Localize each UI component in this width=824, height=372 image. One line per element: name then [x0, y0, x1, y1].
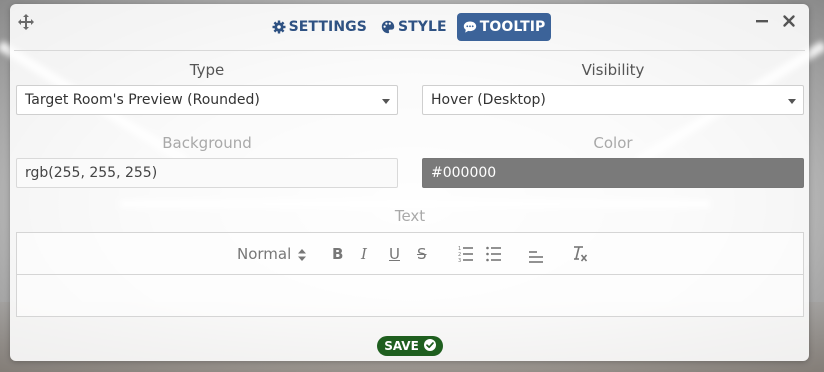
color-input[interactable]: #000000 — [422, 158, 804, 188]
save-button[interactable]: SAVE — [377, 336, 443, 356]
minimize-icon[interactable] — [754, 13, 770, 29]
check-circle-icon — [423, 338, 436, 354]
visibility-label: Visibility — [581, 61, 645, 79]
comment-icon — [463, 20, 477, 34]
editor-toolbar: Normal B I U S 123 — [17, 233, 803, 275]
tab-style-label: STYLE — [397, 19, 447, 35]
chevron-down-icon — [788, 99, 796, 104]
type-label: Type — [189, 61, 225, 79]
background-input[interactable]: rgb(255, 255, 255) — [16, 158, 398, 188]
text-label: Text — [394, 207, 426, 225]
ordered-list-icon[interactable]: 123 — [458, 244, 474, 264]
color-label: Color — [593, 134, 633, 152]
svg-text:3: 3 — [458, 258, 461, 264]
save-button-label: SAVE — [384, 339, 419, 353]
tab-style[interactable]: STYLE — [377, 13, 451, 41]
bold-icon[interactable]: B — [332, 244, 343, 264]
format-select[interactable]: Normal — [237, 244, 307, 264]
clear-format-icon[interactable] — [572, 244, 588, 264]
strike-icon[interactable]: S — [417, 244, 427, 264]
underline-icon[interactable]: U — [389, 244, 400, 264]
visibility-select[interactable]: Hover (Desktop) — [422, 85, 804, 115]
tooltip-dialog: SETTINGS STYLE TOOLTIP Type Visibility T… — [10, 4, 809, 361]
tab-settings[interactable]: SETTINGS — [268, 13, 371, 41]
type-select-value: Target Room's Preview (Rounded) — [25, 92, 260, 108]
type-select[interactable]: Target Room's Preview (Rounded) — [16, 85, 398, 115]
close-icon[interactable] — [781, 13, 797, 29]
updown-icon — [298, 248, 307, 261]
gear-icon — [272, 20, 286, 34]
background-label: Background — [162, 134, 252, 152]
header-divider — [14, 50, 805, 51]
text-editor: Normal B I U S 123 — [16, 232, 804, 317]
palette-icon — [381, 20, 395, 34]
align-icon[interactable] — [528, 244, 544, 264]
visibility-select-value: Hover (Desktop) — [431, 92, 546, 108]
editor-content[interactable] — [17, 275, 803, 316]
format-select-value: Normal — [237, 245, 292, 263]
bullet-list-icon[interactable] — [486, 244, 502, 264]
tab-tooltip-label: TOOLTIP — [479, 19, 546, 35]
tab-bar: SETTINGS STYLE TOOLTIP — [10, 13, 809, 41]
tab-tooltip[interactable]: TOOLTIP — [456, 13, 552, 41]
chevron-down-icon — [382, 99, 390, 104]
tab-settings-label: SETTINGS — [288, 19, 367, 35]
italic-icon[interactable]: I — [361, 244, 367, 264]
